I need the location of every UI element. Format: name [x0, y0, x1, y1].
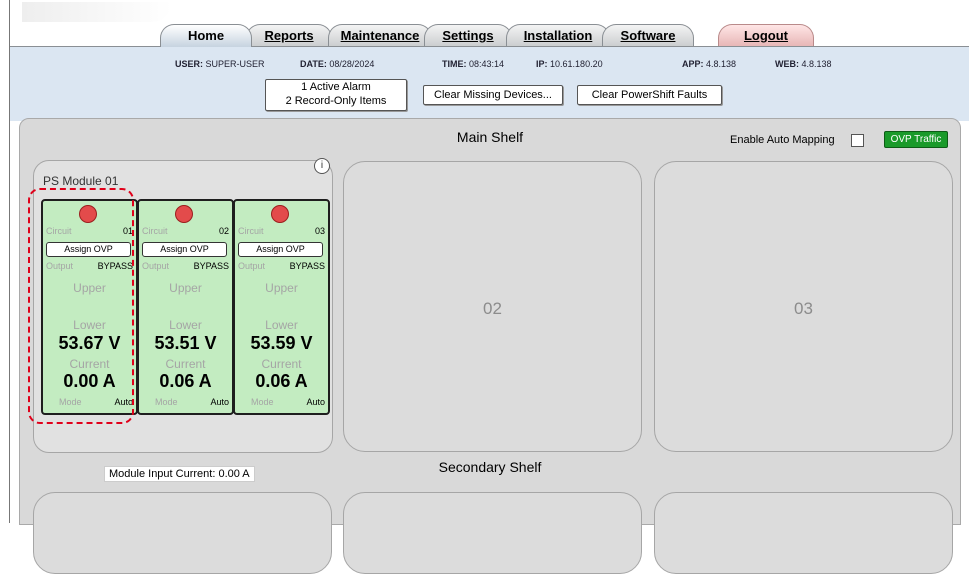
tab-maintenance[interactable]: Maintenance: [328, 24, 432, 47]
highlight-outline: [28, 188, 134, 424]
assign-ovp-button[interactable]: Assign OVP: [142, 242, 227, 257]
clear-powershift-faults-button[interactable]: Clear PowerShift Faults: [577, 85, 722, 105]
web-version: WEB: 4.8.138: [775, 59, 832, 69]
ovp-traffic-button[interactable]: OVP Traffic: [884, 131, 948, 148]
mode-value: Auto: [306, 397, 325, 407]
lower-label: Lower: [265, 318, 298, 332]
clear-missing-devices-button[interactable]: Clear Missing Devices...: [423, 85, 563, 105]
ip-info: IP: 10.61.180.20: [536, 59, 603, 69]
current-label: Current: [261, 357, 302, 371]
auto-mapping-checkbox[interactable]: [851, 134, 864, 147]
mode-label: Mode: [251, 397, 274, 407]
current-label: Current: [165, 357, 206, 371]
secondary-bay-03[interactable]: [654, 492, 953, 574]
output-value: BYPASS: [193, 261, 229, 271]
lower-label: Lower: [169, 318, 202, 332]
current-value: 0.06 A: [159, 371, 212, 391]
top-nav: Home Reports Maintenance Settings Instal…: [10, 0, 969, 47]
output-label: Output: [238, 261, 266, 271]
voltage-value: 53.51 V: [154, 333, 217, 353]
bay-03[interactable]: 03: [654, 161, 953, 452]
brand-swoosh: [22, 2, 172, 22]
output-label: Output: [142, 261, 170, 271]
mode-value: Auto: [210, 397, 229, 407]
auto-mapping-label: Enable Auto Mapping: [730, 134, 835, 146]
voltage-value: 53.59 V: [250, 333, 313, 353]
bay-number: 02: [483, 299, 502, 318]
tab-settings[interactable]: Settings: [424, 24, 512, 47]
upper-label: Upper: [169, 281, 202, 295]
app-version: APP: 4.8.138: [682, 59, 737, 69]
circuit-card-02[interactable]: Circuit 02 Assign OVP Output BYPASS Uppe…: [137, 199, 234, 415]
shelves-panel: Main Shelf Enable Auto Mapping OVP Traff…: [19, 118, 961, 574]
time-info: TIME: 08:43:14: [442, 59, 505, 69]
status-strip: USER: SUPER-USER DATE: 08/28/2024 TIME: …: [10, 46, 969, 121]
current-value: 0.06 A: [255, 371, 308, 391]
active-alarm-count: 1 Active Alarm: [301, 81, 371, 93]
output-value: BYPASS: [289, 261, 325, 271]
tab-installation[interactable]: Installation: [506, 24, 610, 47]
record-only-count: 2 Record-Only Items: [285, 95, 387, 107]
secondary-shelf-title: Secondary Shelf: [438, 459, 542, 475]
date-info: DATE: 08/28/2024: [300, 59, 375, 69]
status-led-icon: [271, 205, 289, 223]
circuit-label: Circuit: [142, 226, 168, 236]
module-title: PS Module 01: [43, 174, 119, 188]
circuit-label: Circuit: [238, 226, 264, 236]
mode-label: Mode: [155, 397, 178, 407]
circuit-card-03[interactable]: Circuit 03 Assign OVP Output BYPASS Uppe…: [233, 199, 330, 415]
circuit-number: 02: [218, 226, 229, 236]
secondary-bay-01[interactable]: [33, 492, 332, 574]
circuit-number: 03: [314, 226, 325, 236]
status-led-icon: [175, 205, 193, 223]
tab-reports[interactable]: Reports: [246, 24, 332, 47]
upper-label: Upper: [265, 281, 298, 295]
assign-ovp-button[interactable]: Assign OVP: [238, 242, 323, 257]
alarm-summary-button[interactable]: 1 Active Alarm 2 Record-Only Items: [265, 79, 407, 111]
secondary-bay-02[interactable]: [343, 492, 642, 574]
bay-02[interactable]: 02: [343, 161, 642, 452]
user-info: USER: SUPER-USER: [175, 59, 265, 69]
tab-software[interactable]: Software: [602, 24, 694, 47]
info-icon[interactable]: i: [314, 158, 330, 174]
tab-home[interactable]: Home: [160, 24, 252, 47]
bay-number: 03: [794, 299, 813, 318]
logout-tab[interactable]: Logout: [718, 24, 814, 47]
